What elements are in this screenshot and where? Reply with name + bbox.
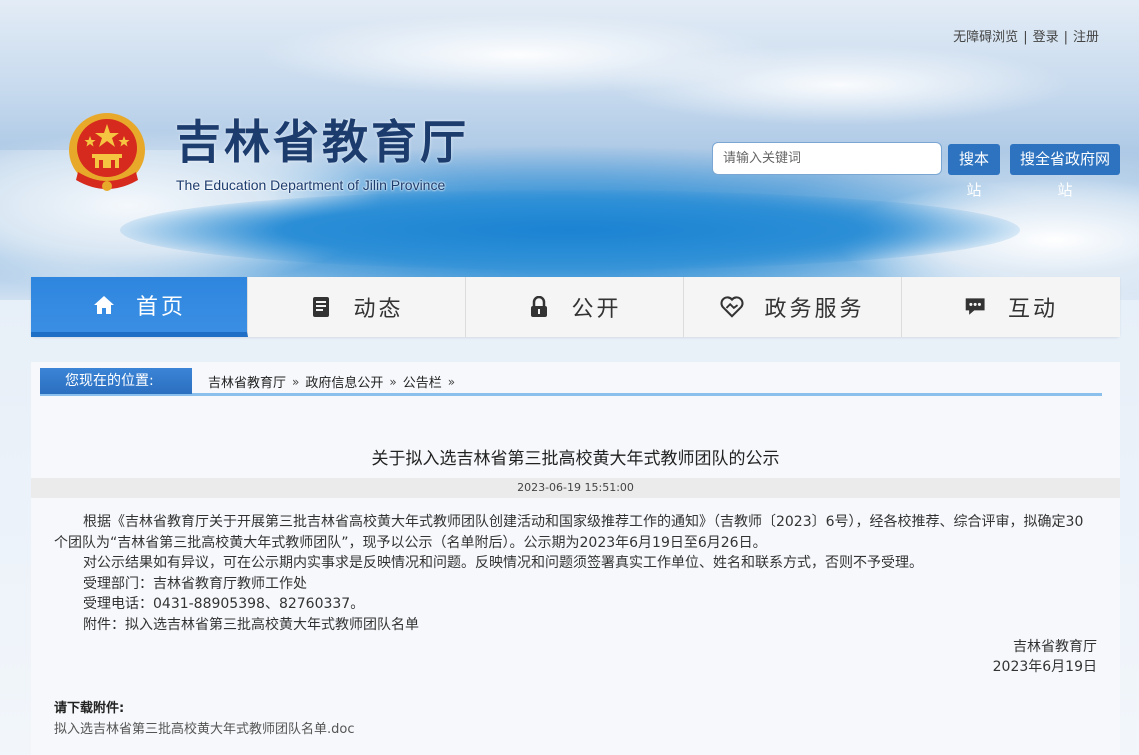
breadcrumb-separator: » bbox=[447, 374, 456, 389]
nav-item-home[interactable]: 首页 bbox=[31, 277, 248, 337]
article-datetime: 2023-06-19 15:51:00 bbox=[31, 478, 1120, 498]
nav-item-label: 互动 bbox=[1007, 297, 1058, 322]
article-paragraph: 根据《吉林省教育厅关于开展第三批吉林省高校黄大年式教师团队创建活动和国家级推荐工… bbox=[54, 514, 1084, 551]
article-paragraph: 受理电话：0431-88905398、82760337。 bbox=[83, 596, 365, 612]
nav-item-label: 政务服务 bbox=[764, 297, 865, 322]
nav-item-label: 公开 bbox=[571, 297, 622, 322]
nav-item-services[interactable]: 政务服务 bbox=[684, 277, 902, 337]
signature-org: 吉林省教育厅 bbox=[1013, 639, 1097, 655]
article-paragraph: 附件：拟入选吉林省第三批高校黄大年式教师团队名单 bbox=[83, 616, 419, 633]
top-links: 无障碍浏览 | 登录 | 注册 bbox=[953, 26, 1099, 45]
lock-icon bbox=[527, 295, 551, 319]
site-subtitle: The Education Department of Jilin Provin… bbox=[176, 177, 446, 193]
main-nav: 首页 动态 公开 政务服务 互动 bbox=[31, 277, 1120, 337]
document-icon bbox=[309, 295, 333, 319]
nav-item-interact[interactable]: 互动 bbox=[902, 277, 1120, 337]
nav-item-label: 动态 bbox=[353, 297, 404, 322]
breadcrumb-item[interactable]: 吉林省教育厅 bbox=[208, 372, 286, 391]
top-links-separator: | bbox=[1023, 30, 1028, 45]
breadcrumb-item[interactable]: 公告栏 bbox=[403, 372, 442, 391]
article-title: 关于拟入选吉林省第三批高校黄大年式教师团队的公示 bbox=[371, 449, 780, 469]
accessibility-link[interactable]: 无障碍浏览 bbox=[953, 30, 1018, 45]
article-paragraph: 对公示结果如有异议，可在公示期内实事求是反映情况和问题。反映情况和问题须签署真实… bbox=[83, 555, 923, 571]
article-body: 根据《吉林省教育厅关于开展第三批吉林省高校黄大年式教师团队创建活动和国家级推荐工… bbox=[54, 512, 1097, 635]
breadcrumb-path: 吉林省教育厅 » 政府信息公开 » 公告栏 » bbox=[208, 372, 461, 392]
attachment-link[interactable]: 拟入选吉林省第三批高校黄大年式教师团队名单.doc bbox=[54, 718, 355, 737]
national-emblem-icon bbox=[66, 110, 148, 196]
search-input[interactable] bbox=[712, 142, 942, 175]
chat-icon bbox=[964, 295, 988, 319]
article-paragraph: 受理部门：吉林省教育厅教师工作处 bbox=[83, 575, 307, 592]
top-links-separator: | bbox=[1063, 30, 1068, 45]
article-container: 您现在的位置: 吉林省教育厅 » 政府信息公开 » 公告栏 » 关于拟入选吉林省… bbox=[31, 362, 1120, 755]
breadcrumb-separator: » bbox=[389, 374, 397, 389]
nav-item-news[interactable]: 动态 bbox=[248, 277, 466, 337]
nav-item-public[interactable]: 公开 bbox=[466, 277, 684, 337]
signature-date: 2023年6月19日 bbox=[992, 659, 1097, 675]
breadcrumb-label: 您现在的位置: bbox=[40, 368, 192, 394]
handshake-heart-icon bbox=[720, 295, 745, 319]
search-province-button[interactable]: 搜全省政府网站 bbox=[1010, 144, 1120, 199]
breadcrumb-item[interactable]: 政府信息公开 bbox=[305, 372, 383, 391]
banner-lake bbox=[120, 190, 1020, 270]
nav-item-label: 首页 bbox=[135, 294, 186, 320]
site-title: 吉林省教育厅 bbox=[175, 115, 469, 169]
breadcrumb: 您现在的位置: 吉林省教育厅 » 政府信息公开 » 公告栏 » bbox=[40, 368, 1102, 396]
register-link[interactable]: 注册 bbox=[1073, 30, 1099, 45]
download-title: 请下载附件: bbox=[54, 701, 125, 716]
home-icon bbox=[92, 293, 116, 317]
search-site-button[interactable]: 搜本站 bbox=[948, 144, 1000, 199]
login-link[interactable]: 登录 bbox=[1033, 30, 1059, 45]
breadcrumb-separator: » bbox=[292, 374, 300, 389]
